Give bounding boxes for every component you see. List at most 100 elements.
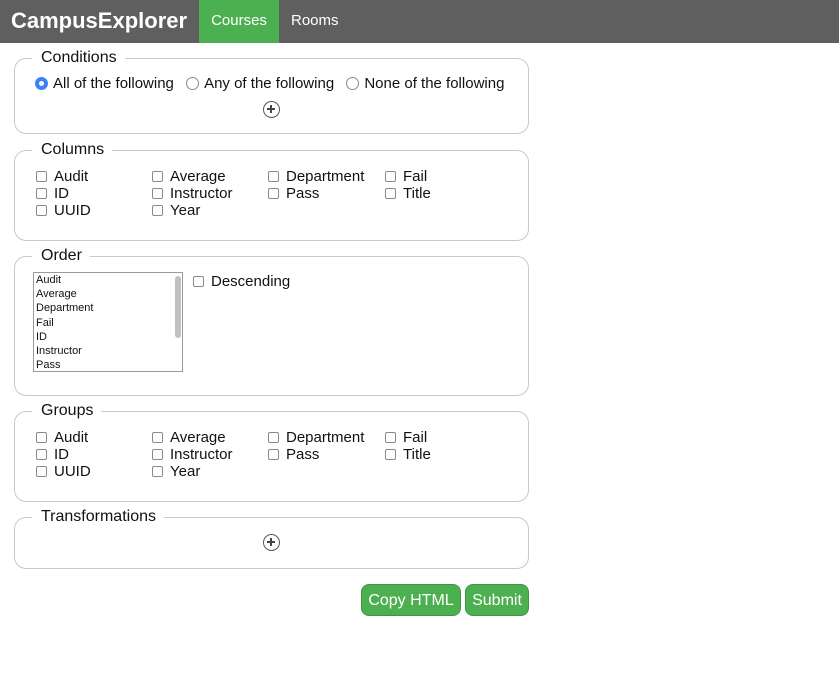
tab-rooms[interactable]: Rooms (279, 0, 351, 43)
descending-checkbox[interactable]: Descending (193, 273, 290, 290)
column-label: ID (54, 185, 69, 202)
checkbox[interactable] (152, 171, 163, 182)
column-pass[interactable]: Pass (268, 185, 319, 202)
group-label: Year (170, 463, 201, 480)
checkbox[interactable] (385, 171, 396, 182)
column-audit[interactable]: Audit (36, 168, 88, 185)
group-title[interactable]: Title (385, 446, 431, 463)
checkbox[interactable] (36, 171, 47, 182)
column-label: Average (170, 168, 226, 185)
group-id[interactable]: ID (36, 446, 69, 463)
groups-legend: Groups (32, 402, 102, 420)
tab-courses[interactable]: Courses (199, 0, 279, 43)
group-label: Pass (286, 446, 320, 463)
group-label: Audit (54, 429, 89, 446)
column-fail[interactable]: Fail (385, 168, 427, 185)
order-option[interactable]: ID (34, 330, 182, 344)
checkbox[interactable] (193, 276, 204, 287)
order-panel: Order Audit Average Department Fail ID I… (14, 247, 529, 396)
app-brand: CampusExplorer (11, 8, 188, 33)
order-listbox[interactable]: Audit Average Department Fail ID Instruc… (33, 272, 183, 372)
column-label: Title (403, 185, 431, 202)
group-label: Title (403, 446, 431, 463)
checkbox[interactable] (385, 188, 396, 199)
conditions-radio-group: All of the following Any of the followin… (35, 75, 512, 94)
checkbox[interactable] (36, 188, 47, 199)
column-title[interactable]: Title (385, 185, 431, 202)
transformations-panel: Transformations (14, 508, 529, 569)
radio-any[interactable]: Any of the following (186, 75, 334, 92)
group-instructor[interactable]: Instructor (152, 446, 233, 463)
column-label: Pass (286, 185, 320, 202)
radio-all[interactable]: All of the following (35, 75, 174, 92)
checkbox[interactable] (152, 466, 163, 477)
checkbox[interactable] (268, 188, 279, 199)
checkbox[interactable] (152, 449, 163, 460)
order-option[interactable]: Instructor (34, 344, 182, 358)
checkbox[interactable] (385, 449, 396, 460)
order-option[interactable]: Pass (34, 358, 182, 371)
order-option[interactable]: Department (34, 301, 182, 315)
column-instructor[interactable]: Instructor (152, 185, 233, 202)
order-option[interactable]: Average (34, 287, 182, 301)
copy-html-button[interactable]: Copy HTML (361, 584, 461, 616)
column-label: Department (286, 168, 365, 185)
checkbox[interactable] (268, 449, 279, 460)
checkbox[interactable] (36, 205, 47, 216)
descending-label: Descending (211, 273, 291, 290)
radio-none-label: None of the following (364, 75, 505, 92)
column-label: Fail (403, 168, 428, 185)
group-label: ID (54, 446, 69, 463)
order-legend: Order (32, 247, 90, 265)
radio-none-button[interactable] (346, 77, 360, 90)
group-average[interactable]: Average (152, 429, 226, 446)
column-label: Instructor (170, 185, 233, 202)
top-nav-bar: CampusExplorer Courses Rooms (0, 0, 839, 43)
submit-button[interactable]: Submit (465, 584, 529, 616)
listbox-scrollbar[interactable] (175, 276, 181, 338)
group-year[interactable]: Year (152, 463, 200, 480)
order-option[interactable]: Fail (34, 316, 182, 330)
group-label: UUID (54, 463, 91, 480)
checkbox[interactable] (268, 171, 279, 182)
checkbox[interactable] (36, 449, 47, 460)
column-id[interactable]: ID (36, 185, 69, 202)
add-condition-plus-circle-icon[interactable] (263, 101, 280, 118)
checkbox[interactable] (152, 205, 163, 216)
group-pass[interactable]: Pass (268, 446, 319, 463)
conditions-panel: Conditions All of the following Any of t… (14, 49, 529, 134)
order-option[interactable]: Audit (34, 273, 182, 287)
checkbox[interactable] (268, 432, 279, 443)
group-label: Instructor (170, 446, 233, 463)
add-transformation-plus-circle-icon[interactable] (263, 534, 280, 551)
columns-legend: Columns (32, 141, 113, 159)
radio-any-button[interactable] (186, 77, 200, 90)
group-label: Department (286, 429, 365, 446)
radio-any-label: Any of the following (204, 75, 335, 92)
radio-all-button[interactable] (35, 77, 48, 90)
conditions-legend: Conditions (32, 49, 125, 67)
radio-all-label: All of the following (53, 75, 174, 92)
columns-panel: Columns Audit Average Department Fail ID… (14, 141, 529, 241)
group-fail[interactable]: Fail (385, 429, 427, 446)
column-label: Year (170, 202, 201, 219)
column-label: UUID (54, 202, 91, 219)
column-uuid[interactable]: UUID (36, 202, 91, 219)
checkbox[interactable] (152, 432, 163, 443)
group-department[interactable]: Department (268, 429, 364, 446)
column-label: Audit (54, 168, 89, 185)
column-year[interactable]: Year (152, 202, 200, 219)
column-department[interactable]: Department (268, 168, 364, 185)
checkbox[interactable] (36, 466, 47, 477)
group-audit[interactable]: Audit (36, 429, 88, 446)
group-label: Average (170, 429, 226, 446)
checkbox[interactable] (36, 432, 47, 443)
transformations-legend: Transformations (32, 508, 164, 526)
group-label: Fail (403, 429, 428, 446)
checkbox[interactable] (152, 188, 163, 199)
radio-none[interactable]: None of the following (346, 75, 504, 92)
checkbox[interactable] (385, 432, 396, 443)
group-uuid[interactable]: UUID (36, 463, 91, 480)
column-average[interactable]: Average (152, 168, 226, 185)
groups-panel: Groups Audit Average Department Fail ID … (14, 402, 529, 502)
